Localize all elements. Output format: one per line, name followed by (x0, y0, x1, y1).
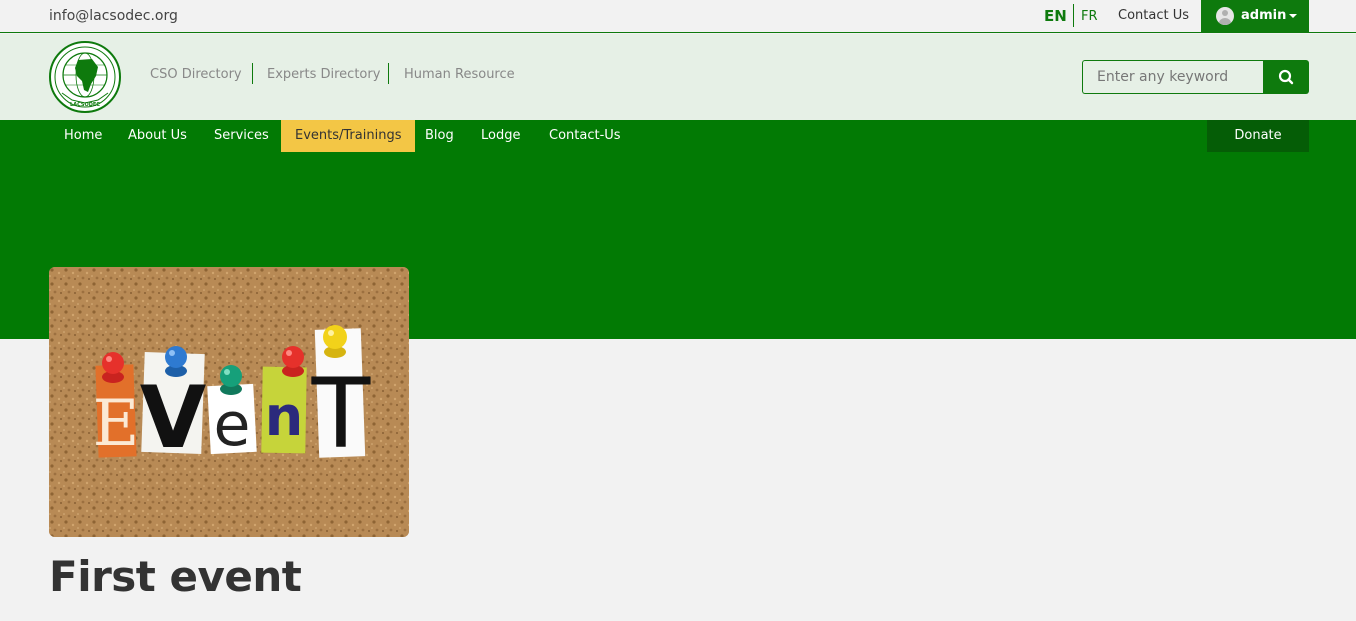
letter-e-lower: e (214, 390, 251, 460)
contact-email[interactable]: info@lacsodec.org (49, 8, 178, 24)
nav-about-us[interactable]: About Us (128, 120, 187, 152)
site-header: LACSODEC CSO Directory Experts Directory… (0, 34, 1356, 120)
letter-t: T (311, 358, 371, 470)
nav-services[interactable]: Services (214, 120, 269, 152)
subnav-divider (388, 63, 389, 84)
cso-directory-link[interactable]: CSO Directory (150, 67, 242, 82)
nav-contact-us[interactable]: Contact-Us (549, 120, 621, 152)
human-resource-link[interactable]: Human Resource (404, 67, 515, 82)
event-image: E V e n T (49, 267, 409, 537)
language-fr-link[interactable]: FR (1081, 9, 1098, 24)
user-menu-button[interactable]: admin (1201, 0, 1309, 33)
search-form (1082, 60, 1309, 94)
letter-e-upper: E (93, 387, 140, 461)
top-bar: info@lacsodec.org EN FR Contact Us admin (0, 0, 1356, 33)
user-name: admin (1241, 8, 1287, 23)
search-button[interactable] (1263, 60, 1309, 94)
nav-lodge[interactable]: Lodge (481, 120, 520, 152)
search-input[interactable] (1082, 60, 1264, 94)
caret-down-icon (1289, 14, 1297, 18)
nav-blog[interactable]: Blog (425, 120, 454, 152)
nav-events-trainings[interactable]: Events/Trainings (281, 120, 416, 152)
subnav-divider (252, 63, 253, 84)
letter-n: n (265, 385, 303, 448)
letter-v: V (140, 368, 207, 468)
experts-directory-link[interactable]: Experts Directory (267, 67, 380, 82)
event-title: First event (49, 552, 302, 601)
contact-us-link[interactable]: Contact Us (1118, 8, 1189, 23)
language-divider (1073, 4, 1074, 27)
lacsodec-logo[interactable]: LACSODEC (48, 40, 122, 114)
search-icon (1278, 69, 1294, 85)
language-en-link[interactable]: EN (1044, 7, 1067, 25)
logo-text: LACSODEC (70, 102, 100, 108)
avatar-icon (1216, 7, 1234, 25)
donate-button[interactable]: Donate (1207, 120, 1309, 152)
nav-home[interactable]: Home (64, 120, 102, 152)
